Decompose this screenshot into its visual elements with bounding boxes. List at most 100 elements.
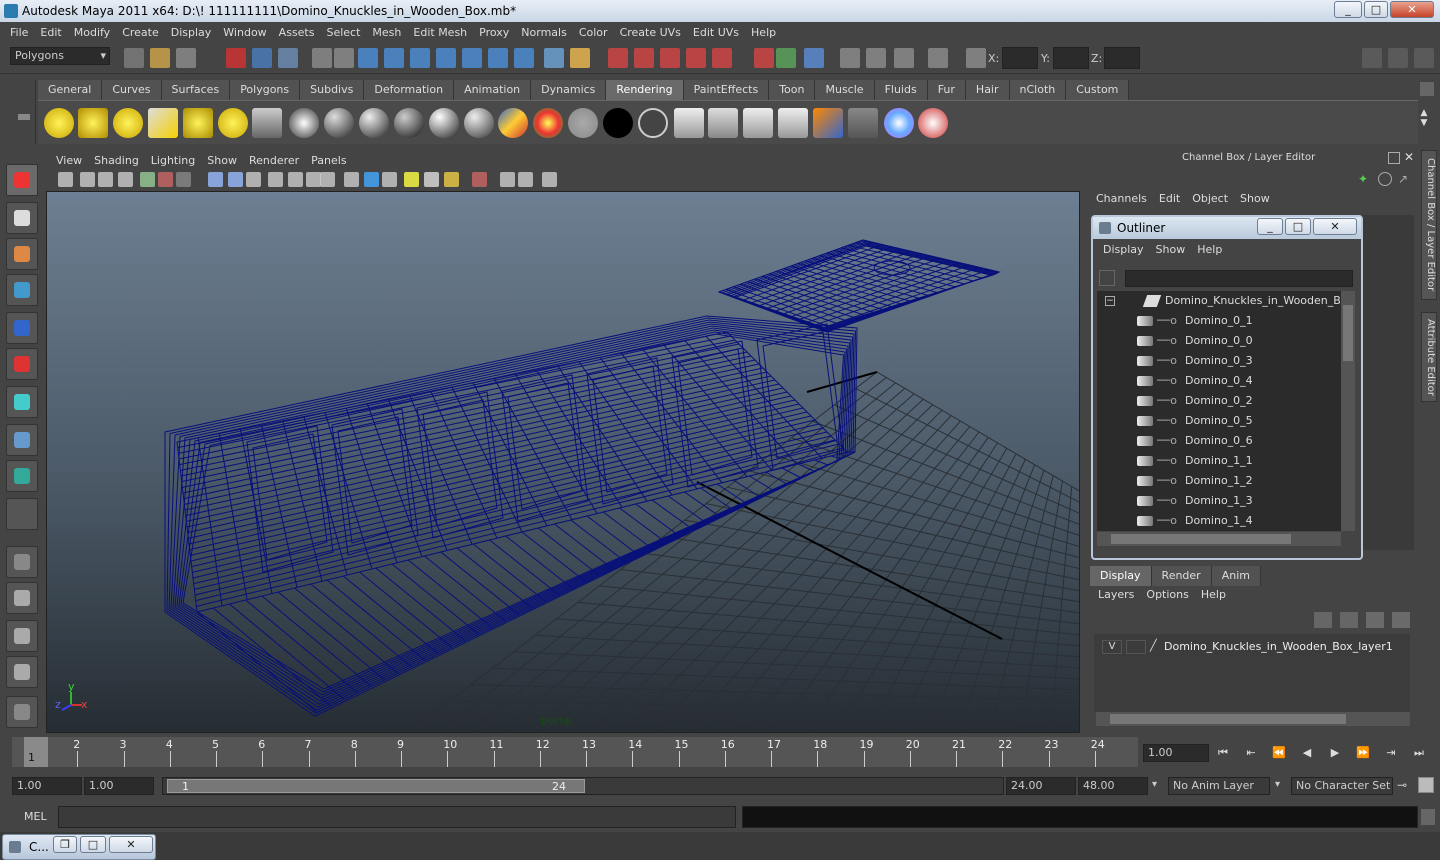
outliner-item[interactable]: ──o Domino_0_2 <box>1097 391 1337 411</box>
status-tool-icon[interactable] <box>866 48 886 68</box>
range-slider-handle[interactable]: 1 24 <box>167 779 585 793</box>
status-tool-icon[interactable] <box>754 48 774 68</box>
layer-display-type-toggle[interactable] <box>1126 640 1146 654</box>
status-tool-icon[interactable] <box>928 48 948 68</box>
paint-brush-icon[interactable] <box>918 108 948 138</box>
panel-toolbar-icon[interactable] <box>344 172 359 187</box>
outliner-item[interactable]: ──o Domino_0_5 <box>1097 411 1337 431</box>
status-tool-icon[interactable] <box>312 48 332 68</box>
h-scrollbar-thumb[interactable] <box>1111 534 1291 544</box>
render-settings-icon[interactable] <box>743 108 773 138</box>
panel-toolbar-icon[interactable] <box>208 172 223 187</box>
shading-map-icon[interactable] <box>638 108 668 138</box>
outliner-menu-help[interactable]: Help <box>1191 243 1228 256</box>
shelf-tab-polygons[interactable]: Polygons <box>230 80 301 100</box>
status-tool-icon[interactable] <box>712 48 732 68</box>
minimize-button[interactable]: _ <box>1334 1 1362 18</box>
panel-toolbar-icon[interactable] <box>518 172 533 187</box>
outliner-window[interactable]: Outliner _ □ ✕ Display Show Help − Domino_K… <box>1091 215 1363 560</box>
four-view-layout-icon[interactable] <box>6 582 38 614</box>
hypershade-icon[interactable] <box>778 108 808 138</box>
new-layer-selected-icon[interactable] <box>1392 612 1410 628</box>
status-tool-icon[interactable] <box>384 48 404 68</box>
step-back-key-icon[interactable]: ⇤ <box>1242 744 1260 762</box>
y-coord-input[interactable] <box>1053 47 1089 69</box>
status-tool-icon[interactable] <box>514 48 534 68</box>
show-attribute-editor-icon[interactable] <box>1414 48 1434 68</box>
shelf-tab-painteffects[interactable]: PaintEffects <box>683 80 770 100</box>
ramp-shader-icon[interactable] <box>533 108 563 138</box>
status-tool-icon[interactable] <box>410 48 430 68</box>
shelf-tab-dynamics[interactable]: Dynamics <box>531 80 607 100</box>
anim-layer-selector[interactable]: No Anim Layer <box>1168 777 1270 795</box>
panel-toolbar-icon[interactable] <box>404 172 419 187</box>
point-light-icon[interactable] <box>113 108 143 138</box>
z-coord-input[interactable] <box>1104 47 1140 69</box>
minimized-restore-button[interactable]: ❐ <box>53 836 77 853</box>
outliner-item[interactable]: ──o Domino_0_1 <box>1097 311 1337 331</box>
status-tool-icon[interactable] <box>776 48 796 68</box>
panel-menu-view[interactable]: View <box>50 154 88 167</box>
collapse-icon[interactable]: − <box>1105 296 1115 306</box>
status-tool-icon[interactable] <box>660 48 680 68</box>
shelf-tab-subdivs[interactable]: Subdivs <box>300 80 365 100</box>
status-tool-icon[interactable] <box>570 48 590 68</box>
current-time-field[interactable]: 1.00 <box>1143 744 1209 762</box>
playback-end-field[interactable]: 24.00 <box>1006 777 1076 795</box>
shelf-tab-hair[interactable]: Hair <box>965 80 1010 100</box>
shelf-tab-rendering[interactable]: Rendering <box>606 80 684 100</box>
panel-toolbar-icon[interactable] <box>288 172 303 187</box>
panel-toolbar-icon[interactable] <box>472 172 487 187</box>
panel-menu-renderer[interactable]: Renderer <box>243 154 305 167</box>
trash-icon[interactable] <box>1420 82 1434 96</box>
status-tool-icon[interactable] <box>686 48 706 68</box>
menu-mesh[interactable]: Mesh <box>366 26 407 39</box>
panel-toolbar-icon[interactable] <box>118 172 133 187</box>
outliner-maximize-button[interactable]: □ <box>1285 218 1311 235</box>
show-manipulator-icon[interactable] <box>6 460 38 492</box>
shelf-tab-surfaces[interactable]: Surfaces <box>161 80 231 100</box>
channel-box-menu-show[interactable]: Show <box>1234 192 1276 210</box>
layer-tab-display[interactable]: Display <box>1090 566 1152 586</box>
move-axis-icon[interactable]: ✦ <box>1358 172 1368 186</box>
menu-select[interactable]: Select <box>320 26 366 39</box>
panel-toolbar-icon[interactable] <box>158 172 173 187</box>
anisotropic-sphere-icon[interactable] <box>464 108 494 138</box>
shelf-tab-deformation[interactable]: Deformation <box>364 80 455 100</box>
rotate-tool-icon[interactable] <box>6 312 38 344</box>
channel-box-side-tab[interactable]: Channel Box / Layer Editor <box>1421 150 1437 300</box>
scale-tool-icon[interactable] <box>6 348 38 380</box>
panel-toolbar-icon[interactable] <box>320 172 335 187</box>
rotate-icon[interactable] <box>1378 172 1392 186</box>
playback-start-field[interactable]: 1.00 <box>84 777 154 795</box>
ambient-light-icon[interactable] <box>44 108 74 138</box>
panel-toolbar-icon[interactable] <box>58 172 73 187</box>
character-set-selector[interactable]: No Character Set <box>1291 777 1393 795</box>
phonge-sphere-icon[interactable] <box>429 108 459 138</box>
menu-modify[interactable]: Modify <box>68 26 116 39</box>
scrollbar-thumb[interactable] <box>1343 305 1353 361</box>
layer-tab-anim[interactable]: Anim <box>1211 566 1261 586</box>
panel-toolbar-icon[interactable] <box>424 172 439 187</box>
outliner-item[interactable]: ──o Domino_0_0 <box>1097 331 1337 351</box>
shelf-tab-fluids[interactable]: Fluids <box>874 80 928 100</box>
outliner-menu-show[interactable]: Show <box>1150 243 1192 256</box>
shelf-tab-curves[interactable]: Curves <box>102 80 162 100</box>
minimized-maximize-button[interactable]: □ <box>80 836 106 853</box>
status-tool-icon[interactable] <box>176 48 196 68</box>
paint-select-tool-icon[interactable] <box>6 238 38 270</box>
anim-layer-chevron-icon[interactable]: ▾ <box>1152 779 1157 790</box>
panel-toolbar-icon[interactable] <box>140 172 155 187</box>
shelf-scroll-arrows-icon[interactable]: ▲ ▼ <box>1418 108 1430 138</box>
animation-preferences-icon[interactable] <box>1418 777 1434 793</box>
outliner-vertical-scrollbar[interactable] <box>1341 291 1355 531</box>
layer-horizontal-scrollbar[interactable] <box>1096 712 1410 726</box>
shelf-tab-muscle[interactable]: Muscle <box>815 80 875 100</box>
menu-proxy[interactable]: Proxy <box>473 26 515 39</box>
show-tool-settings-icon[interactable] <box>1388 48 1408 68</box>
shelf-tab-ncloth[interactable]: nCloth <box>1009 80 1067 100</box>
layer-stack-icon[interactable] <box>1340 612 1358 628</box>
outliner-close-button[interactable]: ✕ <box>1313 218 1357 235</box>
status-tool-icon[interactable] <box>334 48 354 68</box>
status-tool-icon[interactable] <box>358 48 378 68</box>
